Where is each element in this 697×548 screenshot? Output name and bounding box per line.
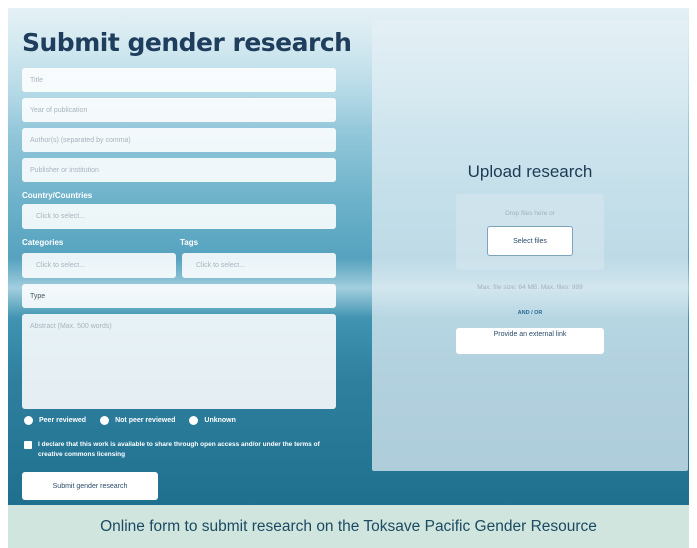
- file-limits-text: Max. file size: 64 MB. Max. files: 999: [477, 284, 583, 291]
- abstract-textarea[interactable]: Abstract (Max. 500 words): [22, 314, 336, 409]
- publisher-input[interactable]: Publisher or institution: [22, 158, 336, 182]
- declaration-text: I declare that this work is available to…: [38, 441, 320, 458]
- screenshot-area: Submit gender research Title Year of pub…: [8, 8, 689, 505]
- country-label: Country/Countries: [22, 191, 93, 200]
- and-or-separator: AND / OR: [517, 310, 543, 316]
- year-input[interactable]: Year of publication: [22, 98, 336, 122]
- abstract-placeholder: Abstract (Max. 500 words): [30, 323, 112, 330]
- type-select[interactable]: Type: [22, 284, 336, 308]
- radio-peer-reviewed[interactable]: Peer reviewed: [24, 416, 86, 425]
- title-placeholder: Title: [30, 76, 43, 84]
- year-placeholder: Year of publication: [30, 106, 88, 114]
- drop-files-text: Drop files here or: [505, 210, 555, 217]
- upload-title: Upload research: [467, 162, 593, 181]
- form-title: Submit gender research: [22, 28, 352, 57]
- tags-label: Tags: [180, 238, 199, 247]
- checkbox-icon: [24, 441, 32, 449]
- type-value: Type: [30, 292, 46, 300]
- radio-label: Unknown: [204, 417, 236, 424]
- radio-label: Not peer reviewed: [115, 417, 176, 424]
- categories-label: Categories: [22, 238, 64, 247]
- declaration-checkbox[interactable]: I declare that this work is available to…: [24, 440, 344, 460]
- authors-input[interactable]: Author(s) (separated by comma): [22, 128, 336, 152]
- tags-select[interactable]: Click to select...: [182, 253, 336, 278]
- review-status-group: Peer reviewed Not peer reviewed Unknown: [24, 416, 250, 425]
- radio-label: Peer reviewed: [39, 417, 87, 424]
- authors-placeholder: Author(s) (separated by comma): [30, 136, 131, 144]
- upload-panel: Upload research Drop files here or Selec…: [372, 20, 688, 471]
- tags-placeholder: Click to select...: [196, 262, 246, 269]
- radio-unknown[interactable]: Unknown: [189, 416, 236, 425]
- title-input[interactable]: Title: [22, 68, 336, 92]
- radio-button-icon: [100, 416, 110, 425]
- publisher-placeholder: Publisher or institution: [30, 166, 99, 174]
- radio-button-icon: [24, 416, 33, 425]
- radio-button-icon: [189, 416, 199, 425]
- country-placeholder: Click to select...: [36, 213, 86, 220]
- country-select[interactable]: Click to select...: [22, 204, 336, 229]
- radio-not-peer-reviewed[interactable]: Not peer reviewed: [100, 416, 175, 425]
- submit-button[interactable]: Submit gender research: [22, 472, 158, 500]
- categories-placeholder: Click to select...: [36, 262, 86, 269]
- categories-select[interactable]: Click to select...: [22, 253, 176, 278]
- select-files-button[interactable]: Select files: [487, 226, 573, 256]
- external-link-button[interactable]: Provide an external link: [456, 328, 604, 354]
- figure-caption: Online form to submit research on the To…: [8, 505, 689, 548]
